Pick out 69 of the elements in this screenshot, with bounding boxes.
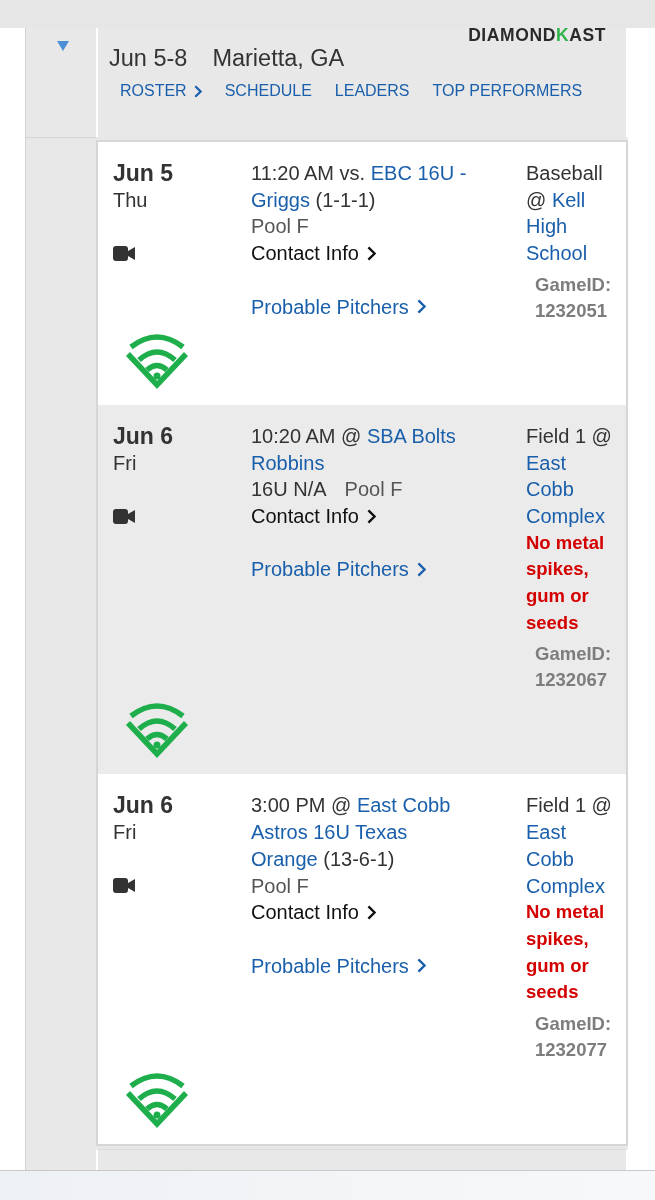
opponent-link[interactable]: Orange (251, 847, 318, 870)
division-text: 16U N/A (251, 477, 327, 503)
field-text: Field 1 @ (526, 794, 612, 817)
venue-rules-text: No metal spikes, gum or seeds (526, 900, 606, 1005)
probable-pitchers-link[interactable]: Probable Pitchers (251, 293, 426, 321)
video-camera-icon[interactable] (113, 878, 135, 894)
venue-link[interactable]: High (526, 215, 568, 238)
time-text: 11:20 AM vs. (251, 162, 366, 184)
game-id-text: 1232067 (535, 669, 608, 691)
field-text: @ (526, 188, 547, 211)
venue-link[interactable]: East (526, 821, 567, 844)
opponent-link[interactable]: EBC 16U - (370, 162, 467, 184)
opponent-link[interactable]: Griggs (251, 188, 310, 211)
date-text: Jun 5 (113, 160, 174, 187)
venue-link[interactable]: Complex (526, 504, 605, 527)
video-camera-icon[interactable] (113, 245, 135, 261)
chevron-right-icon (366, 508, 376, 524)
contact-info-link[interactable]: Contact Info (251, 899, 376, 926)
probable-pitchers-link[interactable]: Probable Pitchers (251, 556, 426, 583)
pool-text: Pool F (251, 214, 309, 240)
nav-link[interactable]: LEADERS (334, 81, 410, 101)
game-id-label: GameID: (535, 273, 612, 295)
game-id-text: 1232051 (535, 299, 608, 321)
nav-link[interactable]: TOP PERFORMERS (432, 81, 583, 101)
venue-link[interactable]: Kell (551, 188, 586, 211)
venue-link[interactable]: Cobb (526, 847, 574, 870)
nav-link[interactable]: ROSTER (120, 81, 202, 101)
weekday-text: Fri (113, 820, 137, 846)
wifi-diamond-icon[interactable] (124, 331, 190, 390)
venue-link[interactable]: Complex (526, 874, 605, 897)
game-id-label: GameID: (535, 643, 612, 665)
opponent-link[interactable]: East Cobb (356, 794, 451, 817)
venue-link[interactable]: Cobb (526, 478, 574, 501)
venue-rules-text: No metal spikes, gum or seeds (526, 530, 606, 635)
game-id-label: GameID: (535, 1013, 612, 1035)
probable-pitchers-link[interactable]: Probable Pitchers (251, 952, 426, 980)
venue-link[interactable]: School (526, 242, 588, 265)
chevron-right-icon (366, 905, 376, 921)
pool-text: Pool F (344, 477, 403, 503)
date-range-text: Jun 5-8 (109, 45, 188, 72)
time-text: 10:20 AM @ (251, 424, 362, 447)
weekday-text: Thu (113, 187, 148, 213)
record-text: (1-1-1) (315, 188, 376, 211)
chevron-right-icon (416, 299, 426, 315)
opponent-link[interactable]: Astros 16U Texas (251, 821, 408, 844)
wifi-diamond-icon[interactable] (124, 1071, 190, 1130)
field-text: Field 1 @ (526, 424, 612, 447)
pool-text: Pool F (251, 873, 309, 899)
nav-link[interactable]: SCHEDULE (224, 81, 312, 101)
location-text: Marietta, GA (212, 45, 345, 72)
chevron-right-icon (416, 958, 426, 974)
venue-link[interactable]: East (526, 451, 567, 474)
chevron-right-icon (366, 245, 376, 261)
video-camera-icon[interactable] (113, 508, 135, 524)
date-text: Jun 6 (113, 422, 174, 450)
time-text: 3:00 PM @ (251, 794, 352, 817)
caret-down-icon[interactable] (57, 41, 69, 51)
game-id-text: 1232077 (535, 1039, 608, 1061)
contact-info-link[interactable]: Contact Info (251, 240, 376, 267)
wifi-diamond-icon[interactable] (124, 701, 190, 760)
date-text: Jun 6 (113, 792, 174, 820)
weekday-text: Fri (113, 450, 137, 476)
record-text: (13-6-1) (323, 847, 395, 870)
brand-logo: DIAMONDKAST (468, 28, 606, 43)
contact-info-link[interactable]: Contact Info (251, 502, 376, 530)
opponent-link[interactable]: SBA Bolts (366, 424, 456, 447)
chevron-right-icon (416, 562, 426, 578)
field-text: Baseball (526, 162, 603, 184)
opponent-link[interactable]: Robbins (251, 451, 325, 474)
